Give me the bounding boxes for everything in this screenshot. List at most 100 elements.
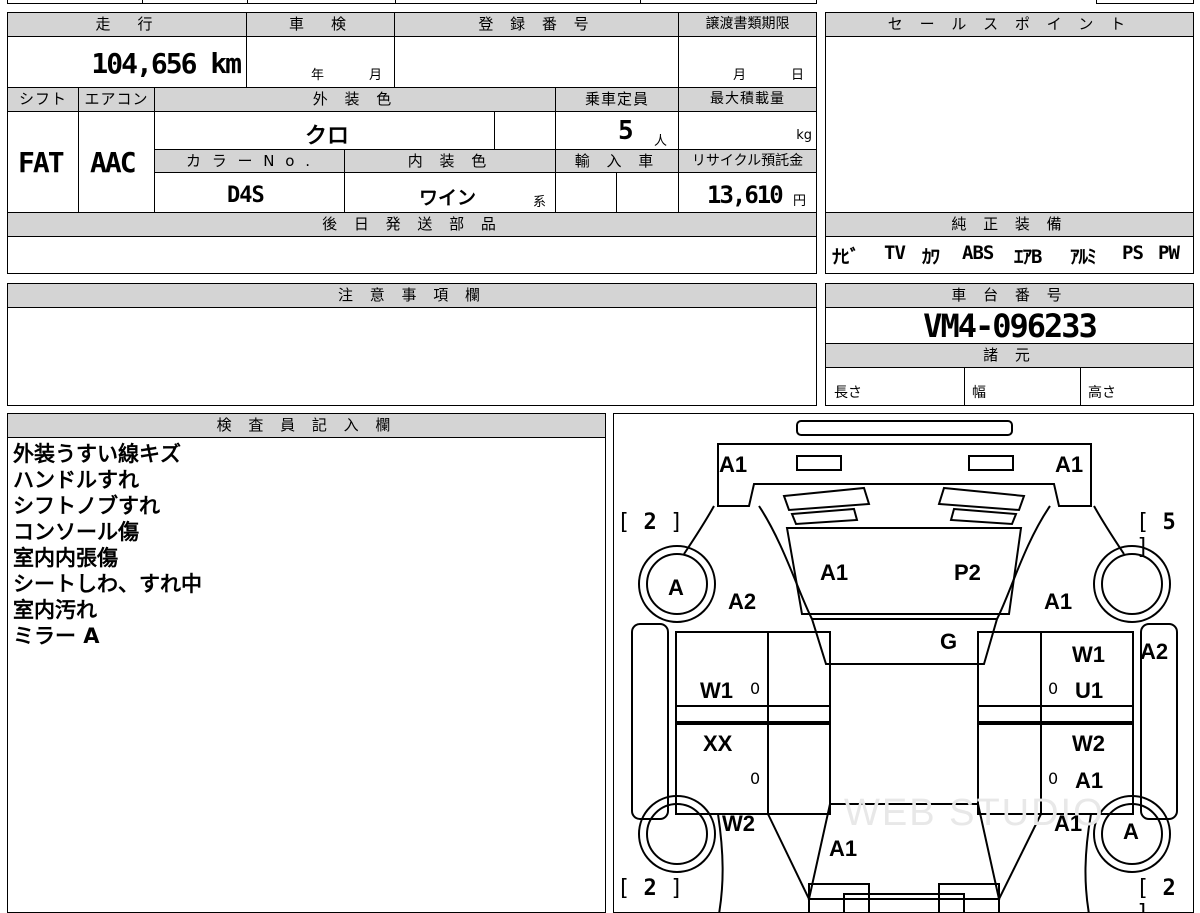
color-no-cell: D4S — [155, 173, 345, 212]
inspector-line: シフトノブすれ — [13, 494, 160, 518]
equipment-item: TV — [884, 242, 906, 264]
damage-right-quarter: A1 — [1044, 589, 1073, 614]
bracket-value: 2 — [643, 510, 657, 535]
int-color-value: ワイン — [419, 187, 477, 209]
ext-color-extra-cell — [495, 112, 556, 150]
bracket-right-bottom: [ 2 ] — [1136, 876, 1176, 912]
damage-right-rear-door-u1: U1 — [1075, 678, 1104, 703]
inspector-line: コンソール傷 — [13, 520, 139, 544]
parts-header: 後 日 発 送 部 品 — [8, 213, 816, 237]
equipment-item: ABS — [962, 242, 994, 264]
recycle-header: リサイクル預託金 — [679, 150, 816, 173]
spec-divider — [964, 368, 965, 405]
wheel-right-front-grade: A — [1123, 819, 1139, 844]
ac-cell: AAC — [79, 112, 155, 212]
inspector-line: ハンドルすれ — [13, 468, 139, 492]
inspector-line: 室内汚れ — [13, 598, 97, 622]
bracket-left-bottom: [ 2 ] — [617, 876, 684, 901]
capacity-header: 乗車定員 — [556, 88, 679, 112]
recycle-unit: 円 — [793, 194, 807, 209]
zero-marker: 0 — [1048, 679, 1059, 698]
bracket-left-top: [ 2 ] — [617, 510, 684, 535]
bracket-value: 5 — [1162, 510, 1176, 535]
bracket-right-top: [ 5 ] — [1136, 510, 1176, 560]
damage-rear-left: A1 — [719, 452, 748, 477]
damage-right-front-door-a1: A1 — [1075, 768, 1104, 793]
shift-header: シフト — [8, 88, 79, 112]
damage-rear-glass-p2: P2 — [954, 560, 981, 585]
transfer-cell: 月 日 — [679, 37, 816, 88]
damage-roof: G — [940, 629, 958, 654]
equipment-list: ﾅﾋﾞ TV ｶﾜ ABS ｴｱB ｱﾙﾐ PS PW — [832, 242, 1192, 270]
equipment-item: ｱﾙﾐ — [1070, 246, 1097, 268]
load-header: 最大積載量 — [679, 88, 816, 112]
equipment-item: PW — [1158, 242, 1180, 264]
inspector-lines: 外装うすい線キズ ハンドルすれ シフトノブすれ コンソール傷 室内内張傷 シート… — [13, 441, 593, 649]
shift-cell: FAT — [8, 112, 79, 212]
damage-right-step: A2 — [1140, 639, 1169, 664]
capacity-value: 5 — [618, 116, 634, 146]
load-unit: kg — [796, 128, 812, 143]
spec-width: 幅 — [972, 385, 986, 401]
equipment-item: ｴｱB — [1014, 246, 1042, 268]
ext-color-cell: クロ — [155, 112, 495, 150]
registration-header: 登 録 番 号 — [395, 13, 679, 37]
car-diagram-box: WEB STUDIO A1 A1 [ 2 ] [ 5 ] A A2 A1 P2 … — [613, 413, 1194, 913]
damage-right-fender: A1 — [1054, 811, 1083, 836]
import-cell-b — [617, 173, 679, 212]
car-outline — [631, 420, 1178, 912]
equipment-item: PS — [1122, 242, 1144, 264]
int-color-cell: ワイン 系 — [345, 173, 556, 212]
damage-rear-right: A1 — [1055, 452, 1084, 477]
color-no-value: D4S — [227, 183, 265, 208]
inspector-line: 室内内張傷 — [13, 546, 118, 570]
damage-right-front-door-w2: W2 — [1072, 731, 1105, 756]
shift-value: FAT — [18, 146, 65, 179]
top-strip-divider — [247, 0, 248, 4]
damage-hood: A1 — [829, 836, 858, 861]
top-strip-divider — [395, 0, 396, 4]
sales-point-box — [825, 12, 1194, 213]
zero-marker: 0 — [750, 769, 761, 788]
chassis-header: 車 台 番 号 — [826, 284, 1193, 308]
damage-left-rear-door: W1 — [700, 678, 733, 703]
ac-header: エアコン — [79, 88, 155, 112]
top-strip-divider — [142, 0, 143, 4]
equipment-header: 純 正 装 備 — [826, 213, 1193, 237]
spec-divider — [1080, 368, 1081, 405]
mileage-value: 104,656 km — [91, 47, 242, 80]
int-color-header: 内 装 色 — [345, 150, 556, 173]
spec-length: 長さ — [834, 385, 862, 401]
transfer-day: 日 — [791, 68, 805, 83]
shaken-header: 車 検 — [247, 13, 395, 37]
transfer-month: 月 — [733, 68, 747, 83]
bracket-value: 2 — [643, 876, 657, 901]
spec-height: 高さ — [1088, 385, 1116, 401]
int-color-suffix: 系 — [533, 195, 547, 210]
chassis-number: VM4-096233 — [826, 306, 1193, 345]
shaken-month: 月 — [369, 68, 383, 83]
sales-point-header: セ ー ル ス ポ イ ン ト — [826, 13, 1193, 37]
shaken-year: 年 — [311, 68, 325, 83]
recycle-value: 13,610 — [707, 181, 784, 209]
capacity-unit: 人 — [654, 134, 668, 149]
damage-left-quarter: A2 — [728, 589, 757, 614]
recycle-cell: 13,610 円 — [679, 173, 816, 212]
import-cell-a — [556, 173, 617, 212]
mileage-header: 走 行 — [8, 13, 247, 37]
notes-header: 注 意 事 項 欄 — [8, 284, 816, 308]
specs-header: 諸 元 — [826, 344, 1193, 368]
top-strip — [7, 0, 817, 4]
shaken-cell: 年 月 — [247, 37, 395, 88]
load-cell: kg — [679, 112, 816, 150]
mileage-cell: 104,656 km — [8, 37, 247, 88]
color-no-header: カ ラ ー N o . — [155, 150, 345, 173]
inspector-header: 検 査 員 記 入 欄 — [8, 414, 605, 438]
zero-marker: 0 — [1048, 769, 1059, 788]
damage-left-front-door: XX — [703, 731, 733, 756]
damage-left-fender: W2 — [722, 811, 755, 836]
ext-color-header: 外 装 色 — [155, 88, 556, 112]
ac-value: AAC — [90, 146, 137, 179]
equipment-item: ｶﾜ — [922, 246, 940, 268]
inspector-line: ミラー A — [13, 624, 100, 648]
